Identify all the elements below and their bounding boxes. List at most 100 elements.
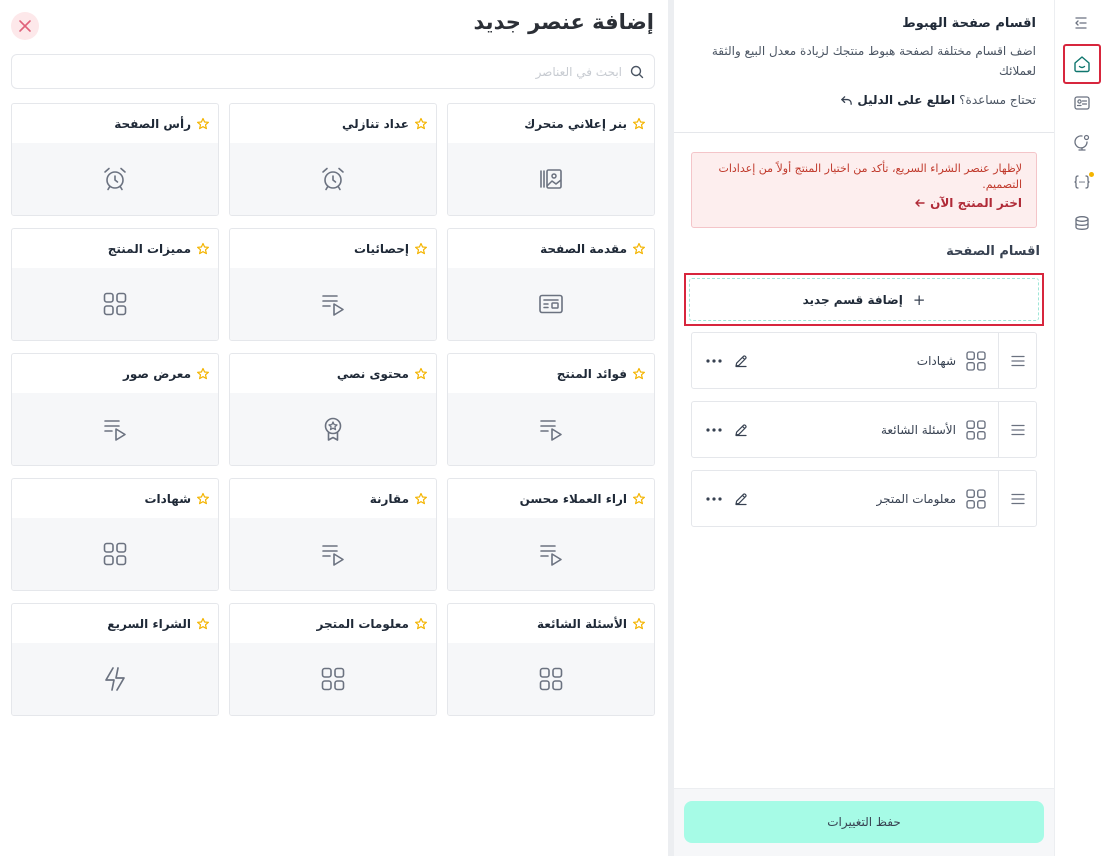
section-row[interactable]: الأسئلة الشائعة bbox=[691, 401, 1037, 458]
element-card[interactable]: محتوى نصي bbox=[229, 353, 437, 466]
section-name: الأسئلة الشائعة bbox=[881, 422, 956, 437]
element-card[interactable]: الشراء السريع bbox=[11, 603, 219, 716]
choose-product-link[interactable]: اختر المنتج الآن bbox=[706, 196, 1022, 210]
save-changes-button[interactable]: حفظ التغييرات bbox=[684, 801, 1044, 843]
grid-icon bbox=[101, 290, 129, 318]
star-icon[interactable] bbox=[414, 117, 428, 131]
star-icon[interactable] bbox=[196, 492, 210, 506]
edit-icon[interactable] bbox=[734, 423, 748, 437]
card-preview bbox=[448, 518, 654, 590]
close-button[interactable] bbox=[11, 12, 39, 40]
section-row[interactable]: شهادات bbox=[691, 332, 1037, 389]
card-preview bbox=[448, 143, 654, 215]
star-icon[interactable] bbox=[196, 367, 210, 381]
card-preview bbox=[448, 643, 654, 715]
card-label: عداد تنازلي bbox=[341, 116, 409, 131]
card-nav-button[interactable] bbox=[1064, 85, 1100, 121]
section-name: معلومات المتجر bbox=[876, 491, 957, 506]
quick-buy-alert: لإظهار عنصر الشراء السريع، تأكد من اختيا… bbox=[691, 152, 1037, 228]
grid-icon bbox=[101, 540, 129, 568]
card-preview bbox=[230, 393, 436, 465]
more-options-icon[interactable] bbox=[706, 427, 722, 432]
element-card[interactable]: الأسئلة الشائعة bbox=[447, 603, 655, 716]
code-nav-button[interactable] bbox=[1064, 164, 1100, 200]
star-icon[interactable] bbox=[632, 492, 646, 506]
star-icon[interactable] bbox=[196, 242, 210, 256]
section-actions bbox=[706, 423, 748, 437]
star-icon[interactable] bbox=[632, 242, 646, 256]
element-card[interactable]: مميزات المنتج bbox=[11, 228, 219, 341]
section-name: شهادات bbox=[916, 353, 956, 368]
settings-nav-button[interactable] bbox=[1064, 124, 1100, 160]
element-card[interactable]: معرض صور bbox=[11, 353, 219, 466]
notification-dot bbox=[1089, 172, 1094, 177]
award-icon bbox=[319, 415, 347, 443]
edit-icon[interactable] bbox=[734, 354, 748, 368]
star-icon[interactable] bbox=[414, 492, 428, 506]
element-card[interactable]: رأس الصفحة bbox=[11, 103, 219, 216]
section-row[interactable]: معلومات المتجر bbox=[691, 470, 1037, 527]
more-options-icon[interactable] bbox=[706, 496, 722, 501]
home-icon bbox=[1074, 56, 1090, 73]
element-card[interactable]: شهادات bbox=[11, 478, 219, 591]
search-input[interactable] bbox=[22, 64, 622, 79]
star-icon[interactable] bbox=[632, 367, 646, 381]
guide-link[interactable]: اطلع على الدليل bbox=[857, 93, 955, 107]
grid-icon bbox=[319, 665, 347, 693]
card-header: معرض صور bbox=[12, 354, 218, 393]
element-card[interactable]: فوائد المنتج bbox=[447, 353, 655, 466]
database-nav-button[interactable] bbox=[1064, 205, 1100, 241]
collapse-menu-button[interactable] bbox=[1064, 5, 1100, 41]
plus-icon: + bbox=[912, 290, 926, 309]
card-label: معرض صور bbox=[122, 366, 191, 381]
card-header: فوائد المنتج bbox=[448, 354, 654, 393]
grid-icon bbox=[964, 349, 988, 373]
add-section-button[interactable]: + إضافة قسم جديد bbox=[689, 278, 1039, 321]
element-card[interactable]: عداد تنازلي bbox=[229, 103, 437, 216]
panel-title: إضافة عنصر جديد bbox=[473, 10, 654, 34]
star-icon[interactable] bbox=[414, 242, 428, 256]
card-preview bbox=[230, 643, 436, 715]
more-options-icon[interactable] bbox=[706, 358, 722, 363]
drag-handle-icon[interactable] bbox=[998, 402, 1036, 457]
section-actions bbox=[706, 354, 748, 368]
star-icon[interactable] bbox=[414, 617, 428, 631]
save-bar: حفظ التغييرات bbox=[674, 788, 1054, 856]
element-card[interactable]: اراء العملاء محسن bbox=[447, 478, 655, 591]
add-element-panel: إضافة عنصر جديد بنر إعلاني متحرك عداد تنا… bbox=[0, 0, 668, 856]
card-preview bbox=[12, 643, 218, 715]
card-header: الشراء السريع bbox=[12, 604, 218, 643]
element-card[interactable]: مقارنة bbox=[229, 478, 437, 591]
drag-handle-icon[interactable] bbox=[998, 333, 1036, 388]
gallery-icon bbox=[537, 165, 565, 193]
star-icon[interactable] bbox=[414, 367, 428, 381]
element-card[interactable]: بنر إعلاني متحرك bbox=[447, 103, 655, 216]
sections-header: اقسام صفحة الهبوط اضف اقسام مختلفة لصفحة… bbox=[691, 16, 1036, 107]
card-header: بنر إعلاني متحرك bbox=[448, 104, 654, 143]
star-icon[interactable] bbox=[196, 617, 210, 631]
search-box[interactable] bbox=[11, 54, 655, 89]
card-preview bbox=[448, 268, 654, 340]
playlist-icon bbox=[537, 540, 565, 568]
edit-icon[interactable] bbox=[734, 492, 748, 506]
card-header: اراء العملاء محسن bbox=[448, 479, 654, 518]
id-card-icon bbox=[1074, 96, 1090, 110]
star-icon[interactable] bbox=[196, 117, 210, 131]
search-icon bbox=[630, 65, 644, 79]
element-card[interactable]: مقدمة الصفحة bbox=[447, 228, 655, 341]
element-card[interactable]: معلومات المتجر bbox=[229, 603, 437, 716]
alarm-clock-icon bbox=[101, 165, 129, 193]
add-section-highlight: + إضافة قسم جديد bbox=[684, 273, 1044, 326]
sections-list: شهادات الأسئلة الشائعة معلومات المتجر bbox=[691, 332, 1037, 539]
card-preview bbox=[230, 143, 436, 215]
card-label: اراء العملاء محسن bbox=[519, 491, 627, 506]
card-header: محتوى نصي bbox=[230, 354, 436, 393]
card-header: مميزات المنتج bbox=[12, 229, 218, 268]
star-icon[interactable] bbox=[632, 617, 646, 631]
settings-globe-icon bbox=[1074, 134, 1090, 151]
share-arrow-icon bbox=[840, 94, 853, 107]
drag-handle-icon[interactable] bbox=[998, 471, 1036, 526]
element-card[interactable]: إحصائيات bbox=[229, 228, 437, 341]
star-icon[interactable] bbox=[632, 117, 646, 131]
home-nav-button[interactable] bbox=[1063, 44, 1101, 84]
